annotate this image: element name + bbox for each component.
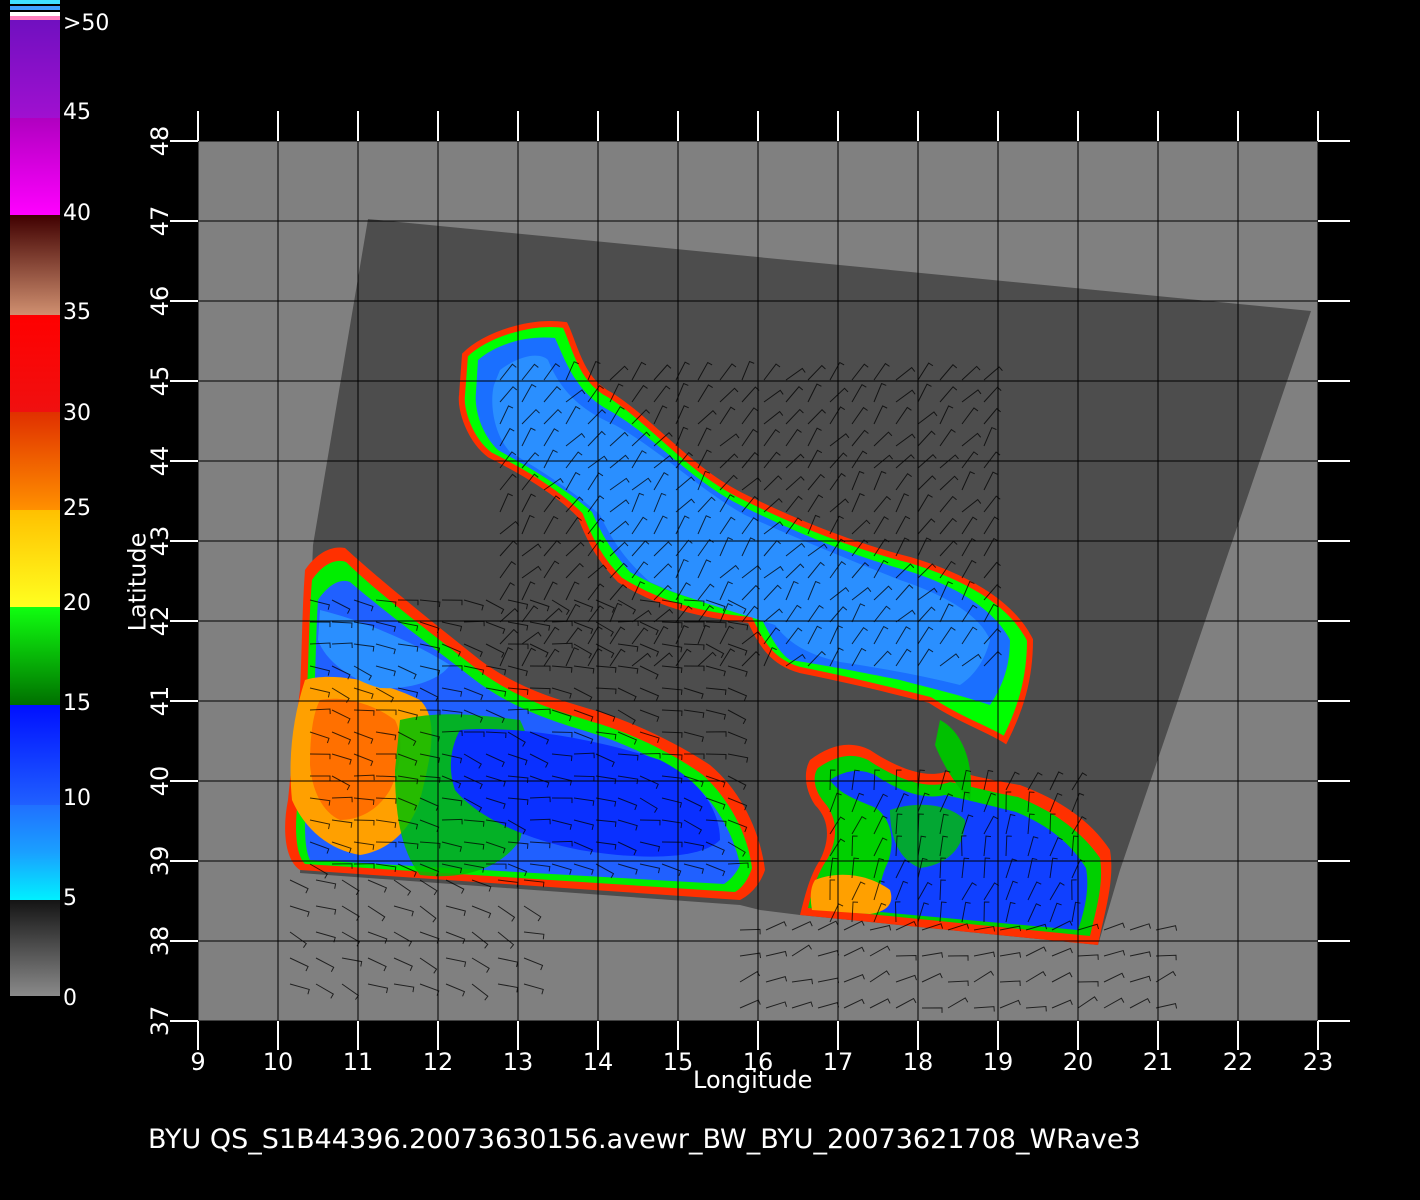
lat-tick-label: 37 <box>146 1006 174 1037</box>
lon-tick-label: 14 <box>583 1048 614 1076</box>
wind-speed-map: 9 10 11 12 13 14 15 16 17 18 19 20 21 22 23 3738394041… <box>146 111 1350 1076</box>
lon-tick-label: 23 <box>1303 1048 1334 1076</box>
lon-tick-label: 11 <box>343 1048 374 1076</box>
lat-tick-label: 46 <box>146 286 174 317</box>
lat-tick-label: 41 <box>146 686 174 717</box>
lon-tick-label: 19 <box>983 1048 1014 1076</box>
lon-tick-label: 13 <box>503 1048 534 1076</box>
lat-tick-label: 38 <box>146 926 174 957</box>
lon-tick-label: 12 <box>423 1048 454 1076</box>
image-caption: BYU QS_S1B44396.20073630156.avewr_BW_BYU… <box>148 1124 1141 1155</box>
lat-tick-label: 47 <box>146 206 174 237</box>
lat-tick-label: 48 <box>146 126 174 157</box>
lat-tick-label: 45 <box>146 366 174 397</box>
lon-tick-label: 18 <box>903 1048 934 1076</box>
lon-tick-label: 10 <box>263 1048 294 1076</box>
lon-tick-label: 21 <box>1143 1048 1174 1076</box>
lat-tick-label: 39 <box>146 846 174 877</box>
lon-tick-label: 9 <box>190 1048 205 1076</box>
lon-tick-label: 20 <box>1063 1048 1094 1076</box>
y-axis-title: Latitude <box>123 532 152 632</box>
lat-tick-label: 44 <box>146 446 174 477</box>
lon-tick-label: 15 <box>663 1048 694 1076</box>
lon-tick-label: 22 <box>1223 1048 1254 1076</box>
x-axis-title: Longitude <box>693 1066 813 1094</box>
lon-tick-label: 17 <box>823 1048 854 1076</box>
lat-tick-label: 40 <box>146 766 174 797</box>
